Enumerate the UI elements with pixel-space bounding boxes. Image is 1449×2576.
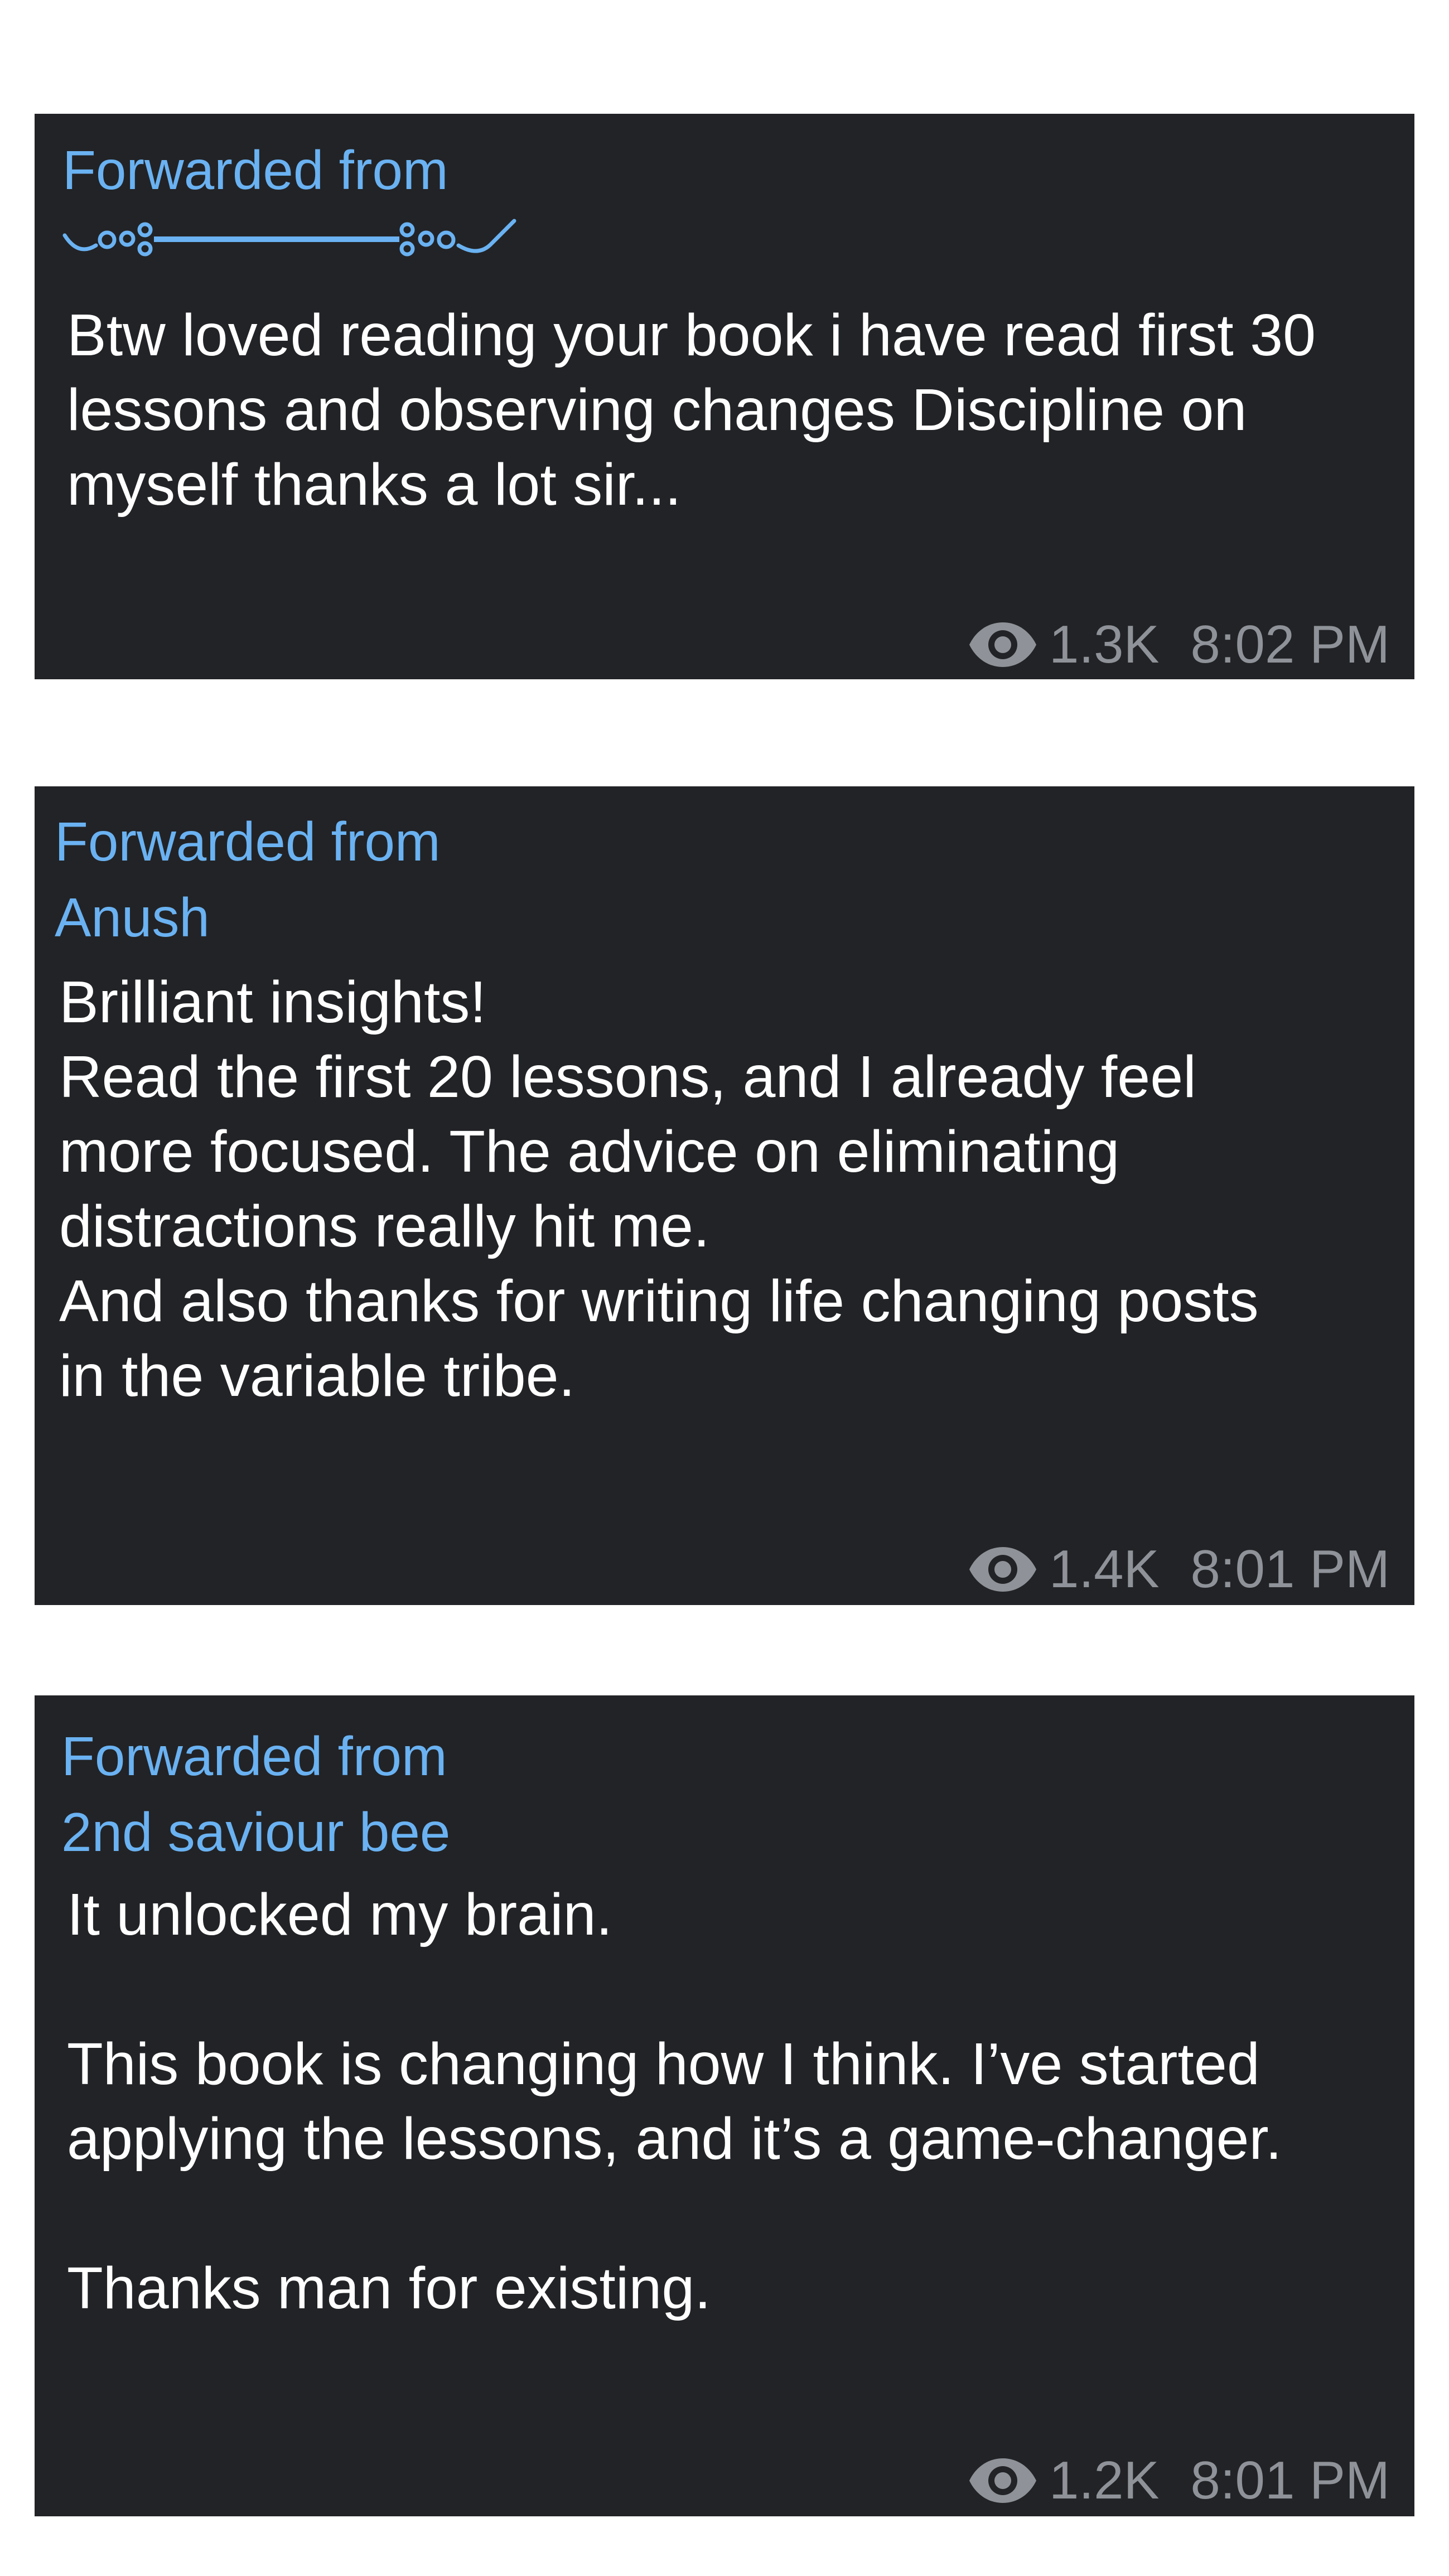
view-count: 1.2K — [1049, 2451, 1160, 2510]
message-card[interactable]: Forwarded from Btw loved reading your bo… — [35, 114, 1414, 679]
decorative-divider-icon[interactable] — [61, 213, 519, 263]
forwarded-sender-link[interactable]: 2nd saviour bee — [61, 1805, 450, 1859]
message-meta: 1.3K 8:02 PM — [969, 618, 1390, 671]
view-count: 1.3K — [1049, 615, 1160, 674]
timestamp: 8:01 PM — [1190, 1539, 1390, 1599]
forwarded-from-label: Forwarded from — [61, 1726, 447, 1787]
forwarded-sender-link[interactable]: Anush — [55, 890, 210, 945]
timestamp: 8:02 PM — [1190, 615, 1390, 674]
forwarded-from-label: Forwarded from — [55, 811, 441, 872]
message-text: It unlocked my brain. This book is chang… — [67, 1882, 1282, 2321]
timestamp: 8:01 PM — [1190, 2451, 1390, 2510]
eye-icon — [969, 2458, 1036, 2503]
message-card[interactable]: Forwarded from Anush Brilliant insights!… — [35, 786, 1414, 1605]
eye-icon — [969, 622, 1036, 667]
view-count: 1.4K — [1049, 1539, 1160, 1599]
message-meta: 1.2K 8:01 PM — [969, 2454, 1390, 2507]
message-text: Brilliant insights! Read the first 20 le… — [59, 969, 1259, 1409]
eye-icon — [969, 1547, 1036, 1592]
message-text: Btw loved reading your book i have read … — [67, 302, 1316, 518]
forwarded-from-label: Forwarded from — [62, 139, 448, 201]
message-meta: 1.4K 8:01 PM — [969, 1543, 1390, 1596]
message-card[interactable]: Forwarded from 2nd saviour bee It unlock… — [35, 1695, 1414, 2516]
